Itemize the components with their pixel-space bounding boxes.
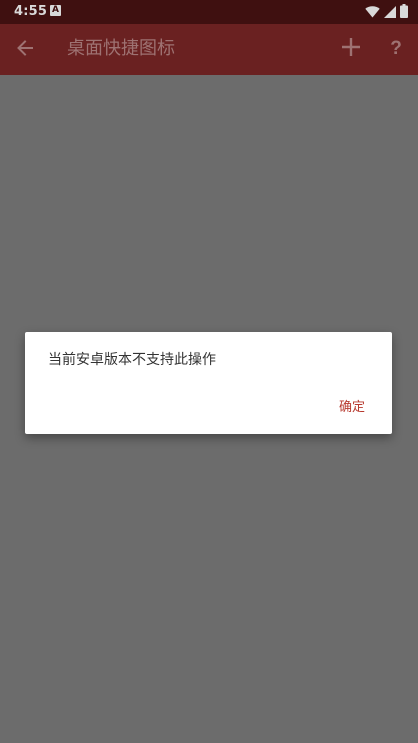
arrow-left-icon <box>16 39 34 61</box>
notification-a-icon: A <box>50 5 61 16</box>
dialog-message: 当前安卓版本不支持此操作 <box>48 352 216 368</box>
back-button[interactable] <box>10 36 40 64</box>
status-time: 4:55 <box>14 4 48 19</box>
add-button[interactable] <box>337 34 365 64</box>
app-bar: 桌面快捷图标 ? <box>0 24 418 75</box>
confirm-button[interactable]: 确定 <box>330 394 374 417</box>
cell-signal-icon <box>384 3 396 22</box>
help-button[interactable]: ? <box>383 35 409 63</box>
alert-dialog: 当前安卓版本不支持此操作 确定 <box>25 332 392 434</box>
plus-icon <box>341 37 361 61</box>
wifi-icon <box>365 3 380 22</box>
status-bar: 4:55 A <box>0 0 418 24</box>
status-icons <box>365 3 408 22</box>
page-title: 桌面快捷图标 <box>67 38 175 59</box>
battery-icon <box>400 3 408 22</box>
